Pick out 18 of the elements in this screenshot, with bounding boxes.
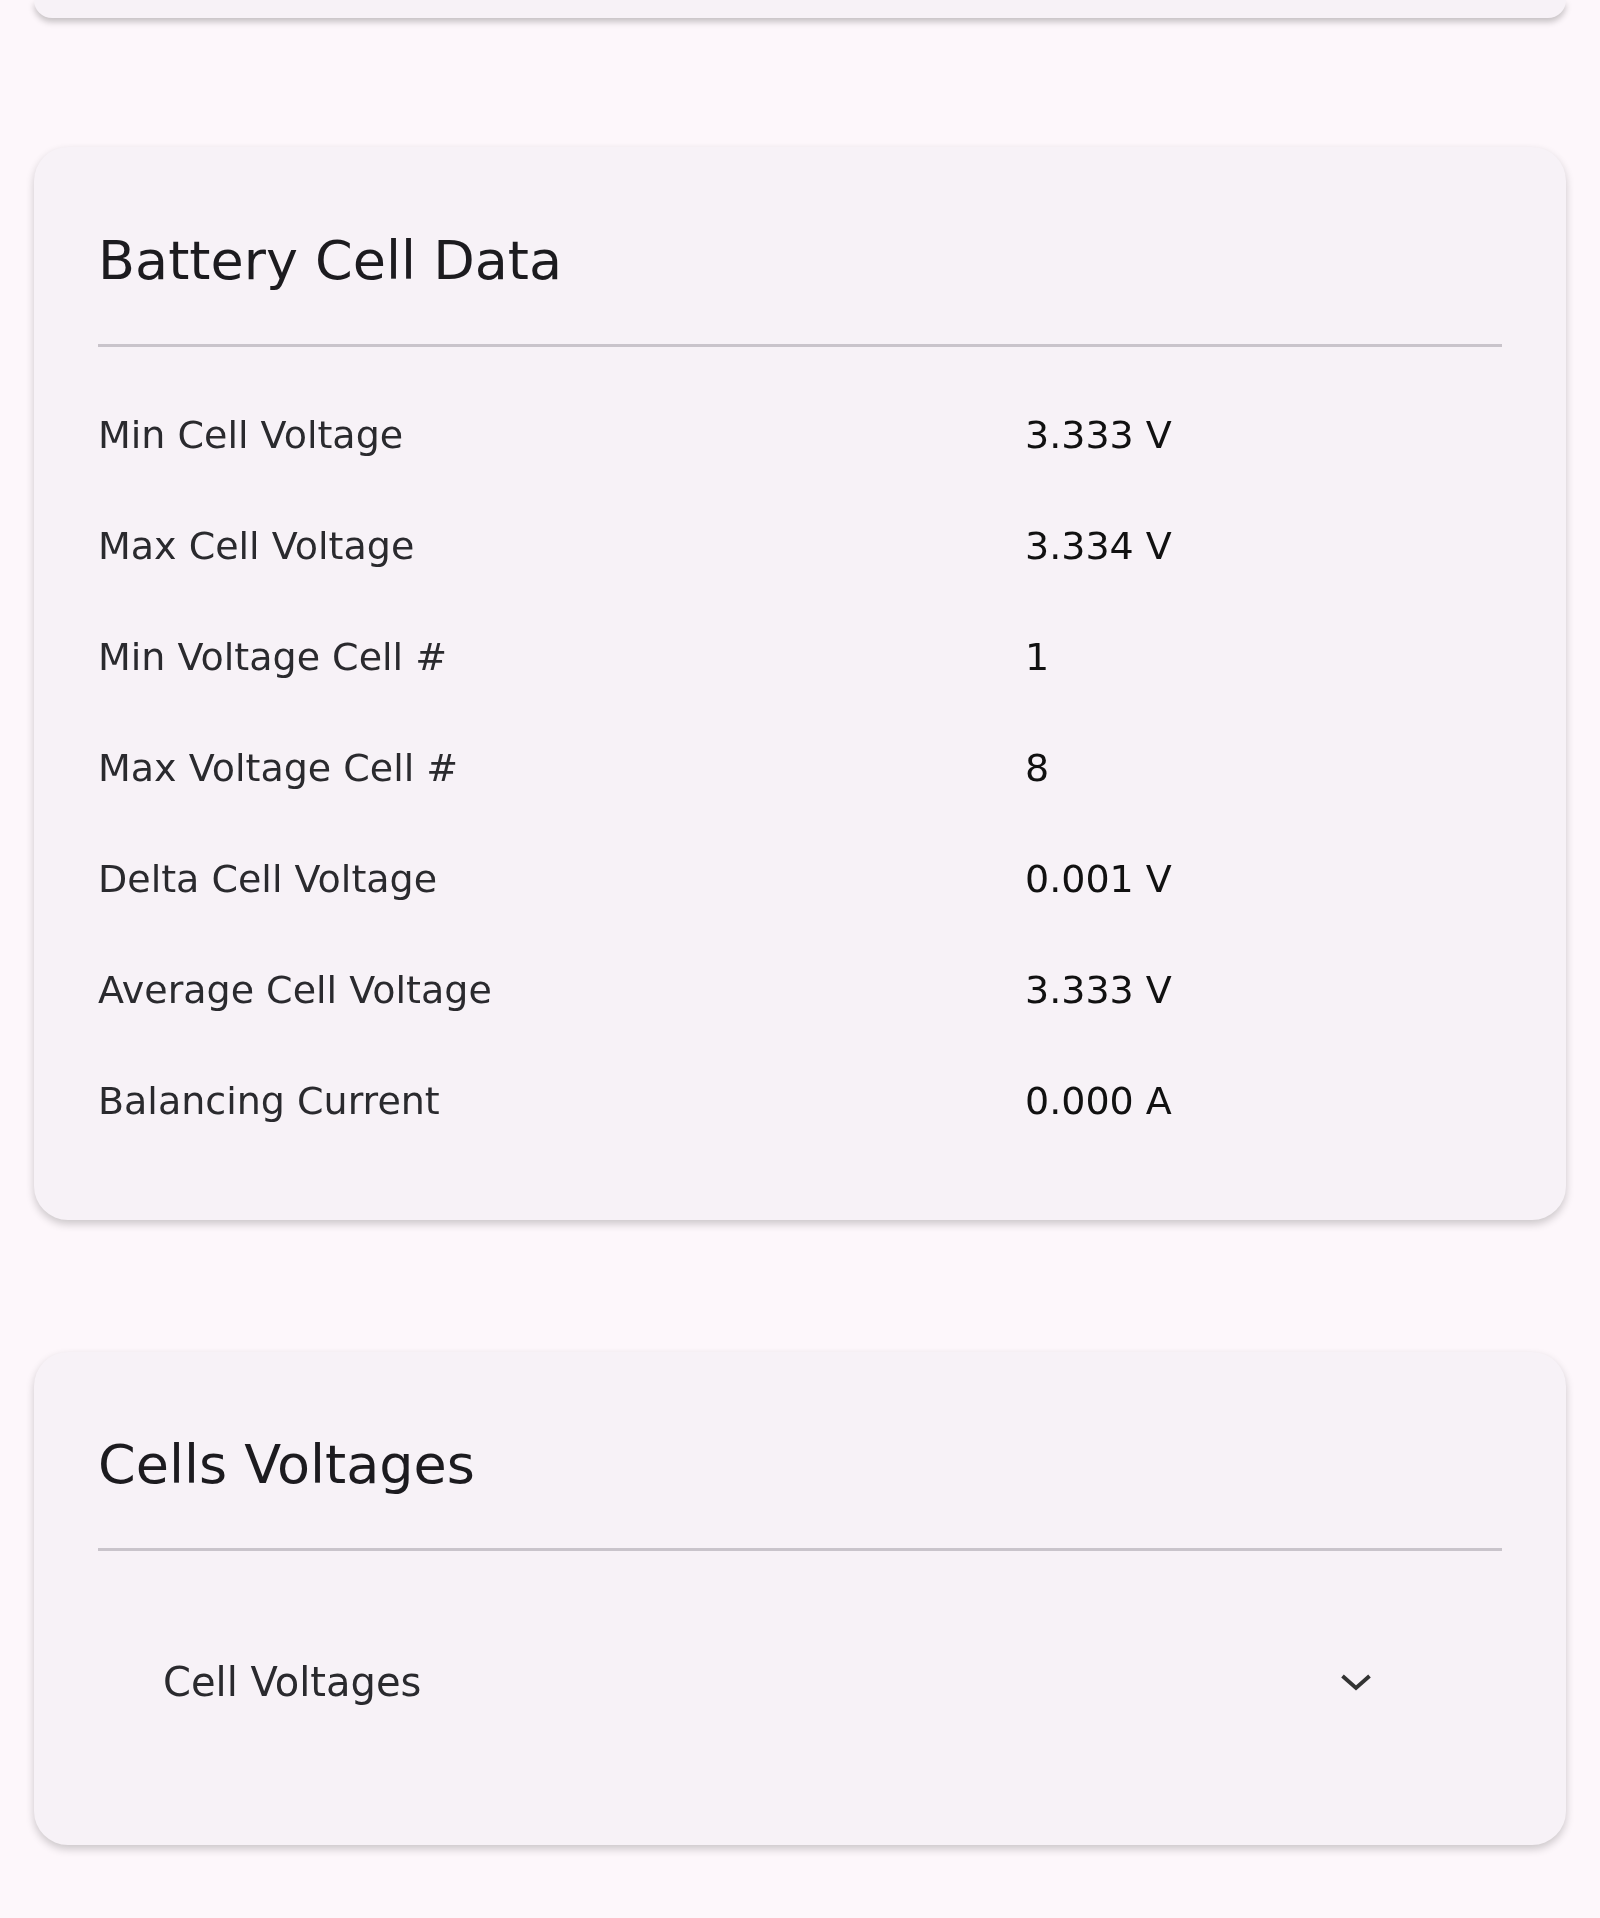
data-label: Max Cell Voltage: [98, 523, 416, 570]
data-value: 0.001 V: [1025, 856, 1173, 903]
data-value: 3.333 V: [1025, 412, 1173, 459]
data-value: 3.334 V: [1025, 523, 1173, 570]
data-label: Min Voltage Cell #: [98, 634, 449, 681]
card-title: Battery Cell Data: [98, 228, 564, 294]
data-value: 0.000 A: [1025, 1078, 1173, 1125]
data-label: Balancing Current: [98, 1078, 441, 1125]
data-value: 1: [1025, 634, 1051, 681]
data-label: Min Cell Voltage: [98, 412, 405, 459]
data-label: Delta Cell Voltage: [98, 856, 439, 903]
data-value: 8: [1025, 745, 1051, 792]
data-label: Max Voltage Cell #: [98, 745, 460, 792]
panel-label: Cell Voltages: [163, 1659, 422, 1705]
data-value: 3.333 V: [1025, 967, 1173, 1014]
card-title: Cells Voltages: [98, 1432, 476, 1498]
expansion-panel[interactable]: Cell Voltages: [98, 1607, 1502, 1757]
data-label: Average Cell Voltage: [98, 967, 493, 1014]
